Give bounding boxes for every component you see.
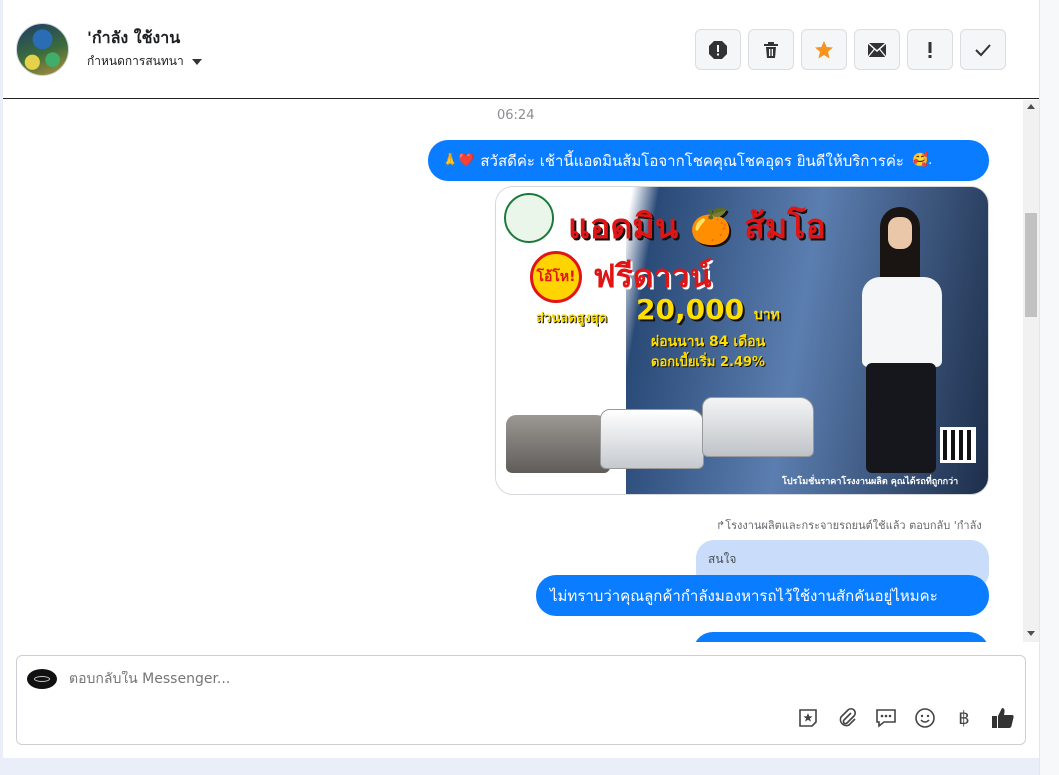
window-edge: [1039, 0, 1059, 775]
inbox-panel: 'กำลัง ใช้งาน กำหนดการสนทนา 06:24 🙏❤️ สว…: [3, 0, 1039, 758]
like-button[interactable]: [991, 706, 1015, 730]
promo-currency: บาท: [753, 307, 780, 323]
sticker-icon: [799, 709, 817, 727]
assign-conversation-dropdown[interactable]: กำหนดการสนทนา: [87, 52, 202, 71]
attach-button[interactable]: [835, 706, 859, 730]
promo-title: แอดมิน 🍊 ส้มโอ: [568, 207, 826, 247]
envelope-icon: [867, 41, 887, 57]
thumbs-up-icon: [992, 708, 1014, 728]
reply-composer: ฿: [16, 655, 1026, 745]
page-avatar: [27, 669, 57, 689]
report-icon: [709, 40, 727, 59]
assign-conversation-label: กำหนดการสนทนา: [87, 54, 184, 68]
follow-up-button[interactable]: [907, 29, 953, 70]
message-bubble-next[interactable]: [693, 632, 989, 642]
scroll-thumb[interactable]: [1025, 213, 1037, 317]
emoji-button[interactable]: [913, 706, 937, 730]
emoji-icon: [915, 708, 935, 728]
header-actions: [695, 29, 1006, 70]
qr-code: [940, 427, 976, 463]
mark-done-button[interactable]: [960, 29, 1006, 70]
sticker-button[interactable]: [796, 706, 820, 730]
delete-button[interactable]: [748, 29, 794, 70]
attachment-icon: [839, 707, 857, 727]
scroll-up-arrow[interactable]: [1027, 104, 1035, 109]
reply-context-note: ↱โรงงานผลิตและกระจายรถยนต์ใช้แล้ว ตอบกลั…: [716, 519, 982, 532]
smiling-hearts-emoji: 🥰.: [911, 153, 933, 168]
promo-amount: 20,000 บาท: [636, 293, 780, 326]
thread-scrollbar[interactable]: [1023, 100, 1039, 642]
message-text: สวัสดีค่ะ เช้านี้แอดมินส้มโอจากโชคคุณโชค…: [480, 151, 904, 170]
dealer-logo: [504, 193, 554, 243]
promo-footer: โปรโมชั่นราคาโรงงานผลิต คุณได้รถที่ถูกกว…: [782, 477, 959, 487]
contact-name[interactable]: 'กำลัง ใช้งาน: [87, 26, 180, 51]
prayer-heart-emoji: 🙏❤️: [442, 153, 475, 168]
message-bubble-greeting[interactable]: 🙏❤️ สวัสดีค่ะ เช้านี้แอดมินส้มโอจากโชคคุ…: [428, 140, 989, 181]
scroll-down-arrow[interactable]: [1027, 631, 1035, 636]
trash-icon: [764, 41, 778, 58]
exclamation-icon: [928, 41, 932, 58]
chevron-down-icon: [191, 58, 202, 65]
car-pickup-white: [600, 409, 704, 469]
reply-input[interactable]: [69, 671, 769, 687]
promo-badge: โอ้โห!: [530, 251, 582, 303]
star-icon: [815, 40, 833, 58]
car-pickup-cage: [702, 397, 814, 457]
saved-replies-button[interactable]: [874, 706, 898, 730]
mark-unread-button[interactable]: [854, 29, 900, 70]
promo-rate: ดอกเบี้ยเริ่ม 2.49%: [651, 355, 766, 370]
promo-amount-value: 20,000: [636, 293, 745, 326]
star-button[interactable]: [801, 29, 847, 70]
payment-button[interactable]: ฿: [952, 706, 976, 730]
report-button[interactable]: [695, 29, 741, 70]
promo-image[interactable]: แอดมิน 🍊 ส้มโอ โอ้โห! ฟรีดาวน์ ส่วนลดสูง…: [495, 186, 989, 495]
check-icon: [975, 43, 991, 56]
composer-tools: ฿: [796, 706, 1015, 730]
saved-reply-icon: [876, 709, 896, 728]
baht-icon: ฿: [958, 707, 970, 729]
car-sedan: [506, 415, 610, 473]
promo-discount-label: ส่วนลดสูงสุด: [536, 311, 608, 326]
promo-term: ผ่อนนาน 84 เดือน: [651, 334, 766, 350]
message-timestamp: 06:24: [497, 108, 535, 123]
conversation-header: 'กำลัง ใช้งาน กำหนดการสนทนา: [3, 0, 1039, 99]
message-bubble-reply[interactable]: ไม่ทราบว่าคุณลูกค้ากำลังมองหารถไว้ใช้งาน…: [536, 575, 989, 616]
avatar[interactable]: [16, 23, 69, 76]
message-thread[interactable]: 06:24 🙏❤️ สวัสดีค่ะ เช้านี้แอดมินส้มโอจา…: [3, 100, 1023, 642]
